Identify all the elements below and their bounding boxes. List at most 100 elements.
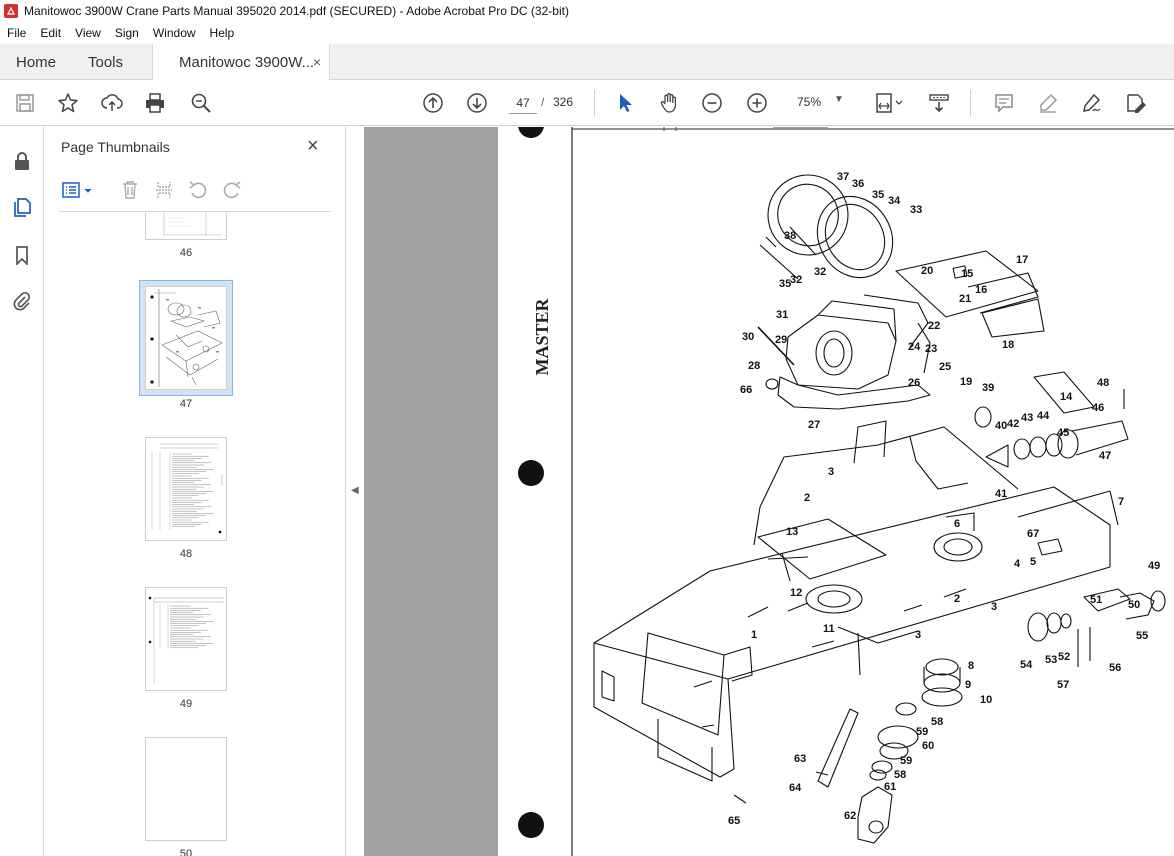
part-callout-51: 51 — [1090, 594, 1102, 606]
master-stamp: MASTER — [532, 297, 552, 375]
main-toolbar: 47 / 326 75% ▼ — [0, 80, 1174, 126]
part-callout-46: 46 — [1092, 402, 1104, 414]
part-callout-28: 28 — [748, 360, 760, 372]
page-thumbnails-panel: Page Thumbnails × 46 47 48 49 50 — [45, 127, 379, 856]
page-fit-icon[interactable] — [872, 91, 906, 115]
part-callout-36: 36 — [852, 178, 864, 190]
part-callout-15: 15 — [961, 268, 973, 280]
upload-share-icon[interactable] — [100, 91, 124, 115]
page-up-icon[interactable] — [421, 91, 445, 115]
part-callout-1: 1 — [751, 629, 757, 641]
part-callout-53: 53 — [1045, 654, 1057, 666]
scroll-mode-icon[interactable] — [927, 91, 951, 115]
hand-icon[interactable] — [657, 91, 681, 115]
thumbnail-label: 47 — [179, 398, 193, 410]
page-total: 326 — [553, 95, 574, 109]
part-callout-56: 56 — [1109, 662, 1121, 674]
part-callout-62: 62 — [844, 810, 856, 822]
part-callout-49: 49 — [1148, 560, 1160, 572]
bookmark-star-icon[interactable] — [56, 91, 80, 115]
print-icon[interactable] — [143, 91, 167, 115]
exploded-parts-diagram: MASTER 1234 5678910111213141516171819202… — [518, 127, 1174, 856]
bookmark-icon[interactable] — [10, 243, 34, 267]
panel-title: Page Thumbnails — [61, 139, 170, 155]
part-callout-65: 65 — [728, 815, 740, 827]
part-callout-35: 35 — [872, 189, 884, 201]
left-navigation-rail — [0, 127, 44, 856]
rotate-left-icon[interactable] — [187, 179, 209, 201]
pages-icon[interactable] — [10, 195, 34, 219]
thumbnail-page-50[interactable] — [145, 737, 227, 841]
thumbnail-label: 49 — [179, 698, 193, 710]
thumbnail-options-icon[interactable] — [61, 179, 95, 201]
thumbnail-label: 46 — [179, 247, 193, 259]
thumbnail-page-49[interactable] — [145, 587, 227, 691]
page-down-icon[interactable] — [465, 91, 489, 115]
part-callout-37: 37 — [837, 171, 849, 183]
highlight-icon[interactable] — [1036, 91, 1060, 115]
tab-document[interactable]: Manitowoc 3900W... × — [152, 44, 330, 80]
tab-home[interactable]: Home — [16, 44, 56, 80]
comment-icon[interactable] — [992, 91, 1016, 115]
part-callout-9: 9 — [965, 679, 971, 691]
part-callout-17: 17 — [1016, 254, 1028, 266]
part-callout-4: 4 — [1014, 558, 1021, 570]
binder-hole — [518, 812, 544, 838]
menu-view[interactable]: View — [68, 26, 108, 40]
part-callout-6: 6 — [954, 518, 960, 530]
part-callout-16: 16 — [975, 284, 987, 296]
delete-icon[interactable] — [119, 179, 141, 201]
extract-pages-icon[interactable] — [153, 179, 175, 201]
find-zoom-icon[interactable] — [189, 91, 213, 115]
part-callout-25: 25 — [939, 361, 951, 373]
save-icon[interactable] — [13, 91, 37, 115]
panel-close-icon[interactable]: × — [307, 135, 319, 158]
part-callout-10: 10 — [980, 694, 992, 706]
part-callout-41: 41 — [995, 488, 1007, 500]
part-callout-30: 30 — [742, 331, 754, 343]
menu-sign[interactable]: Sign — [108, 26, 146, 40]
page-number-input[interactable]: 47 — [509, 92, 537, 114]
tab-close-icon[interactable]: × — [313, 54, 321, 70]
thumbnail-page-47[interactable] — [145, 286, 227, 390]
part-callout-57: 57 — [1057, 679, 1069, 691]
part-callout-2: 2 — [954, 593, 960, 605]
thumbnail-page-48[interactable] — [145, 437, 227, 541]
tab-tools[interactable]: Tools — [88, 44, 123, 80]
part-callout-58: 58 — [894, 769, 906, 781]
part-callout-55: 55 — [1136, 630, 1148, 642]
window-title: Manitowoc 3900W Crane Parts Manual 39502… — [24, 4, 569, 18]
zoom-out-icon[interactable] — [700, 91, 724, 115]
part-callout-8: 8 — [968, 660, 974, 672]
document-canvas[interactable]: MASTER 1 2 3 4 5 6 7 8 9 10 11 12 13 14 … — [364, 127, 1174, 856]
thumbnail-page-46[interactable] — [145, 213, 227, 240]
part-callout-27: 27 — [808, 419, 820, 431]
menu-help[interactable]: Help — [203, 26, 242, 40]
collapse-panel-chevron-icon[interactable]: ◀ — [351, 485, 359, 496]
part-callout-22: 22 — [928, 320, 940, 332]
attachment-icon[interactable] — [10, 289, 34, 313]
rotate-right-icon[interactable] — [221, 179, 243, 201]
part-callout-59: 59 — [900, 755, 912, 767]
select-cursor-icon[interactable] — [613, 91, 637, 115]
zoom-dropdown-chevron-icon[interactable]: ▼ — [834, 94, 844, 105]
binder-hole — [518, 460, 544, 486]
menu-file[interactable]: File — [0, 26, 33, 40]
part-callout-64: 64 — [789, 782, 802, 794]
part-callout-29: 29 — [775, 334, 787, 346]
zoom-level-field[interactable]: 75% — [797, 95, 821, 109]
edit-pdf-icon[interactable] — [1124, 91, 1148, 115]
part-callout-12: 12 — [790, 587, 802, 599]
zoom-in-icon[interactable] — [745, 91, 769, 115]
window-titlebar: Manitowoc 3900W Crane Parts Manual 39502… — [0, 0, 1174, 22]
part-callout-31: 31 — [776, 309, 788, 321]
panel-splitter[interactable]: ◀ — [345, 127, 364, 856]
part-callout-32: 32 — [814, 266, 826, 278]
fill-sign-icon[interactable] — [1080, 91, 1104, 115]
menu-window[interactable]: Window — [146, 26, 203, 40]
menu-edit[interactable]: Edit — [33, 26, 68, 40]
lock-icon[interactable] — [10, 149, 34, 173]
tab-bar: Home Tools Manitowoc 3900W... × — [0, 44, 1174, 80]
part-callout-44: 44 — [1037, 410, 1050, 422]
part-callout-18: 18 — [1002, 339, 1014, 351]
